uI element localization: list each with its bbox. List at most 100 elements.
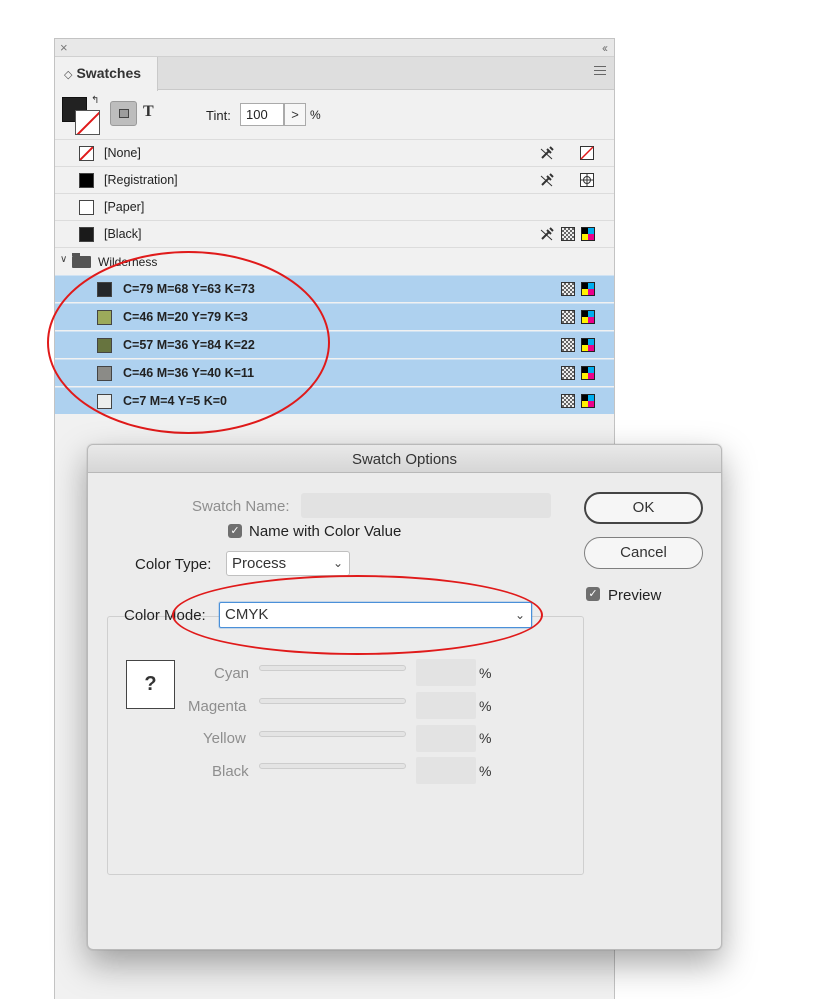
black-unit: % (479, 763, 492, 779)
black-slider[interactable] (259, 763, 406, 769)
swatch-name-input[interactable] (301, 493, 551, 518)
cyan-label: Cyan (214, 665, 250, 682)
swatch-chip (97, 394, 112, 409)
swatch-row-selected[interactable]: C=46 M=20 Y=79 K=3 (55, 303, 614, 330)
no-edit-icon (540, 173, 554, 187)
tint-input[interactable]: 100 (240, 103, 284, 126)
cmyk-mode-icon (581, 310, 595, 324)
tint-slider-button[interactable]: > (284, 103, 306, 126)
color-mode-select[interactable]: CMYK ⌄ (219, 602, 532, 628)
swap-fill-stroke-icon[interactable]: ↰ (91, 95, 99, 106)
cancel-button[interactable]: Cancel (584, 537, 703, 569)
panel-title-bar: × ‹‹ (55, 39, 614, 57)
swatch-row-paper[interactable]: [Paper] (55, 193, 614, 220)
folder-icon (72, 253, 91, 268)
cmyk-mode-icon (581, 394, 595, 408)
process-color-icon (561, 282, 575, 296)
swatch-name: C=46 M=36 Y=40 K=11 (123, 366, 255, 380)
preview-checkbox[interactable]: ✓ (586, 587, 600, 601)
process-color-icon (561, 338, 575, 352)
yellow-slider[interactable] (259, 731, 406, 737)
none-icon (580, 146, 594, 160)
swatch-chip (79, 200, 94, 215)
swatch-chip (97, 310, 112, 325)
disclosure-chevron-icon[interactable]: ∨ (60, 254, 67, 265)
chevron-down-icon: ⌄ (332, 556, 343, 570)
none-chip-icon (80, 147, 93, 160)
dialog-title: Swatch Options (88, 445, 721, 473)
cmyk-mode-icon (581, 366, 595, 380)
process-color-icon (561, 394, 575, 408)
swatch-row-selected[interactable]: C=46 M=36 Y=40 K=11 (55, 359, 614, 386)
process-color-icon (561, 227, 575, 241)
swatch-chip (79, 146, 94, 161)
swatch-name: C=46 M=20 Y=79 K=3 (123, 310, 248, 324)
no-edit-icon (540, 227, 554, 241)
swatch-name: [Registration] (104, 173, 178, 187)
yellow-value-input[interactable] (416, 725, 476, 752)
cmyk-mode-icon (581, 227, 595, 241)
cmyk-mode-icon (581, 338, 595, 352)
expand-chevron-icon: ◇ (64, 69, 73, 81)
swatch-chip (79, 173, 94, 188)
swatch-chip (97, 366, 112, 381)
swatch-options-dialog: Swatch Options Swatch Name: ✓ Name with … (87, 444, 722, 950)
cyan-slider[interactable] (259, 665, 406, 671)
registration-icon (580, 173, 594, 187)
magenta-unit: % (479, 698, 492, 714)
magenta-value-input[interactable] (416, 692, 476, 719)
process-color-icon (561, 366, 575, 380)
tab-label: Swatches (76, 65, 142, 81)
swatch-row-selected[interactable]: C=79 M=68 Y=63 K=73 (55, 275, 614, 302)
swatch-chip (97, 338, 112, 353)
tint-unit: % (310, 108, 321, 122)
tint-label: Tint: (206, 108, 231, 123)
stroke-swatch[interactable] (75, 110, 100, 135)
yellow-label: Yellow (203, 730, 246, 747)
cmyk-mode-icon (581, 282, 595, 296)
magenta-label: Magenta (188, 698, 247, 715)
cyan-value-input[interactable] (416, 659, 476, 686)
fill-stroke-widget[interactable]: ↰ (62, 95, 102, 137)
swatch-chip (79, 227, 94, 242)
chevron-down-icon: ⌄ (514, 608, 525, 622)
swatch-group-row[interactable]: ∨ Wilderness (55, 247, 614, 274)
tab-swatches[interactable]: ◇ Swatches (55, 57, 158, 91)
swatch-row-selected[interactable]: C=7 M=4 Y=5 K=0 (55, 387, 614, 414)
color-type-select[interactable]: Process ⌄ (226, 551, 350, 576)
process-color-icon (561, 310, 575, 324)
swatch-row-registration[interactable]: [Registration] (55, 166, 614, 193)
container-icon (119, 109, 129, 118)
black-label: Black (212, 763, 249, 780)
formatting-affects-container-button[interactable] (110, 101, 137, 126)
none-stroke-icon (76, 111, 99, 134)
color-mode-value: CMYK (225, 606, 269, 623)
ok-button[interactable]: OK (584, 492, 703, 524)
swatch-name-label: Swatch Name: (192, 498, 290, 515)
color-mode-label: Color Mode: (124, 607, 206, 624)
collapse-icon[interactable]: ‹‹ (602, 40, 608, 56)
black-value-input[interactable] (416, 757, 476, 784)
swatch-row-black[interactable]: [Black] (55, 220, 614, 247)
name-with-color-value-label: Name with Color Value (249, 523, 402, 540)
color-mode-group (107, 616, 584, 875)
preview-label: Preview (608, 587, 662, 604)
cyan-unit: % (479, 665, 492, 681)
swatch-name: C=7 M=4 Y=5 K=0 (123, 394, 228, 408)
formatting-affects-text-button[interactable]: T (143, 103, 154, 121)
yellow-unit: % (479, 730, 492, 746)
swatch-row-selected[interactable]: C=57 M=36 Y=84 K=22 (55, 331, 614, 358)
name-with-color-value-checkbox[interactable]: ✓ (228, 524, 242, 538)
panel-tab-bar: ◇ Swatches (55, 57, 614, 91)
swatch-name: [None] (104, 146, 141, 160)
no-edit-icon (540, 146, 554, 160)
panel-menu-icon[interactable] (594, 66, 606, 78)
magenta-slider[interactable] (259, 698, 406, 704)
swatch-name: C=57 M=36 Y=84 K=22 (123, 338, 255, 352)
close-icon[interactable]: × (60, 40, 68, 56)
swatch-name: C=79 M=68 Y=63 K=73 (123, 282, 255, 296)
swatch-row-none[interactable]: [None] (55, 139, 614, 166)
group-name: Wilderness (98, 255, 158, 269)
swatch-name: [Black] (104, 227, 142, 241)
swatch-chip (97, 282, 112, 297)
